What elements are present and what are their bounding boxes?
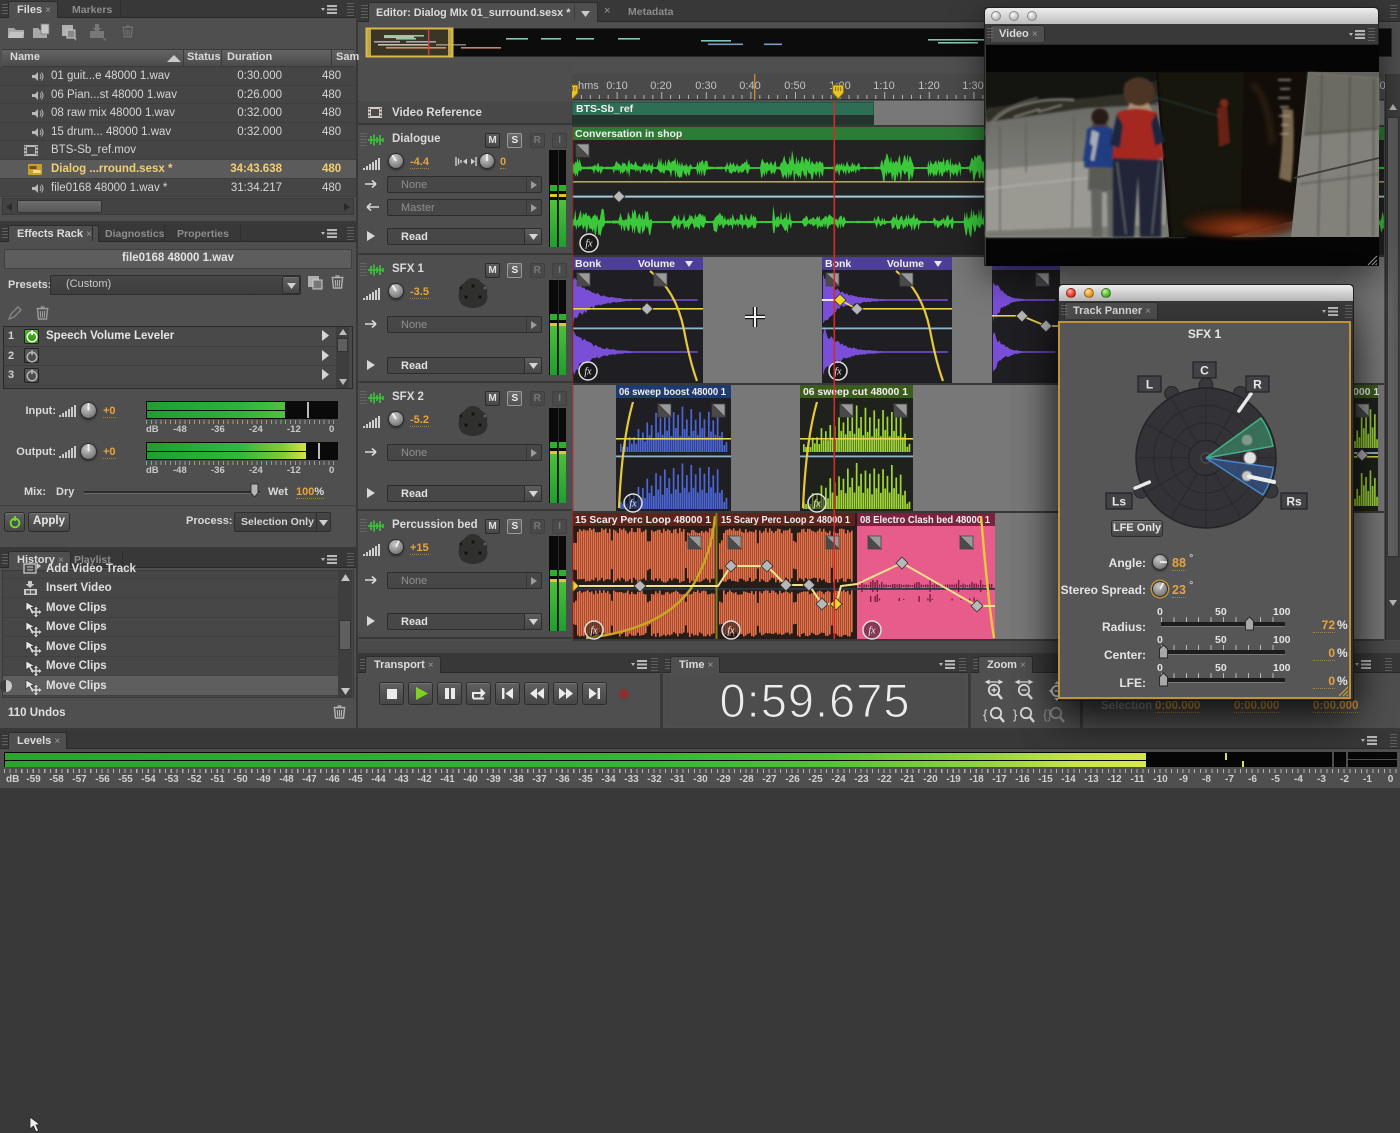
svg-text:fx: fx [590, 626, 598, 637]
svg-text:Bonk: Bonk [825, 258, 851, 270]
svg-text:15 Scary Perc Loop 2 48000 1: 15 Scary Perc Loop 2 48000 1 [721, 514, 850, 526]
svg-text:fx: fx [585, 239, 593, 250]
svg-text:Ls: Ls [1112, 495, 1126, 509]
svg-text:Volume: Volume [638, 258, 675, 270]
svg-text:Bonk: Bonk [575, 258, 601, 270]
svg-text:}: } [1013, 707, 1018, 722]
svg-text:fx: fx [834, 367, 842, 378]
svg-text:06 sweep boost 48000 1: 06 sweep boost 48000 1 [619, 386, 726, 398]
svg-text:fx: fx [584, 367, 592, 378]
svg-text:fx: fx [868, 626, 876, 637]
svg-text:Volume: Volume [887, 258, 924, 270]
svg-text:Conversation in shop: Conversation in shop [575, 128, 682, 140]
svg-text:{: { [983, 707, 988, 722]
svg-text:06 sweep cut 48000 1: 06 sweep cut 48000 1 [803, 386, 908, 398]
svg-text:R: R [1253, 378, 1262, 392]
svg-text:08 Electro Clash bed 48000 1: 08 Electro Clash bed 48000 1 [860, 514, 990, 526]
svg-text:BTS-Sb_ref: BTS-Sb_ref [576, 103, 634, 115]
svg-text:000 1: 000 1 [1353, 386, 1379, 398]
svg-text:fx: fx [629, 499, 637, 510]
svg-text:fx: fx [727, 626, 735, 637]
svg-text:fx: fx [813, 499, 821, 510]
svg-text:C: C [1200, 364, 1209, 378]
svg-text:L: L [1146, 378, 1153, 392]
svg-text:15 Scary Perc Loop 48000 1: 15 Scary Perc Loop 48000 1 [575, 514, 711, 526]
svg-text:0:59.675: 0:59.675 [720, 674, 911, 727]
svg-text:Rs: Rs [1286, 495, 1302, 509]
